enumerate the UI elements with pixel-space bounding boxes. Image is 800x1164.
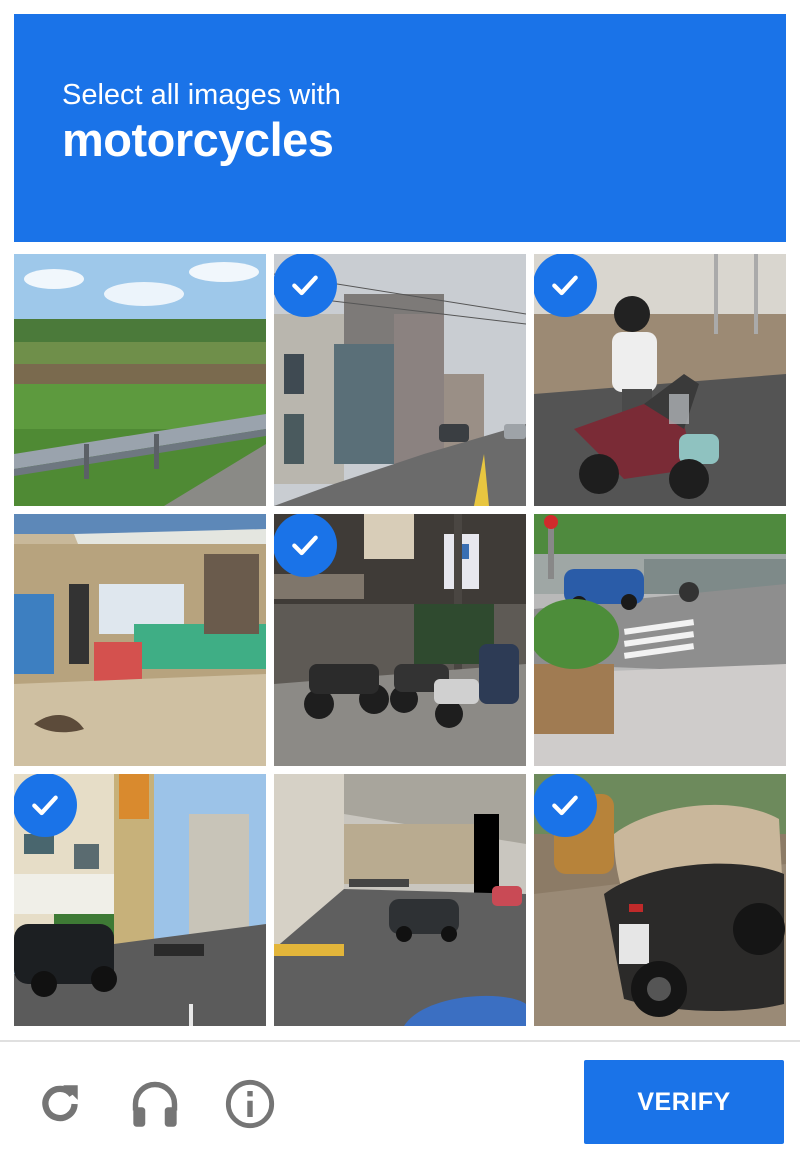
image-tile[interactable] [274, 254, 526, 506]
footer-divider [0, 1040, 800, 1042]
tile-image [14, 514, 266, 766]
selected-check-icon [534, 254, 597, 317]
selected-check-icon [274, 254, 337, 317]
verify-button[interactable]: VERIFY [584, 1060, 784, 1144]
image-tile[interactable] [534, 514, 786, 766]
image-tile[interactable] [274, 774, 526, 1026]
instruction-text: Select all images with [62, 79, 341, 111]
selected-check-icon [274, 514, 337, 577]
image-tile[interactable] [14, 514, 266, 766]
captcha-challenge: Select all images with motorcycles VERIF… [0, 0, 800, 1164]
image-tile[interactable] [274, 514, 526, 766]
tile-image [534, 514, 786, 766]
selected-check-icon [14, 774, 77, 837]
challenge-header: Select all images with motorcycles [14, 14, 786, 242]
image-tile[interactable] [534, 774, 786, 1026]
reload-icon[interactable] [34, 1078, 86, 1130]
image-tile[interactable] [14, 254, 266, 506]
target-object-text: motorcycles [62, 113, 334, 166]
selected-check-icon [534, 774, 597, 837]
image-tile[interactable] [14, 774, 266, 1026]
headphones-icon[interactable] [129, 1078, 181, 1130]
image-tile[interactable] [534, 254, 786, 506]
tile-image [14, 254, 266, 506]
image-grid [14, 254, 786, 1026]
info-icon[interactable] [224, 1078, 276, 1130]
tile-image [274, 774, 526, 1026]
